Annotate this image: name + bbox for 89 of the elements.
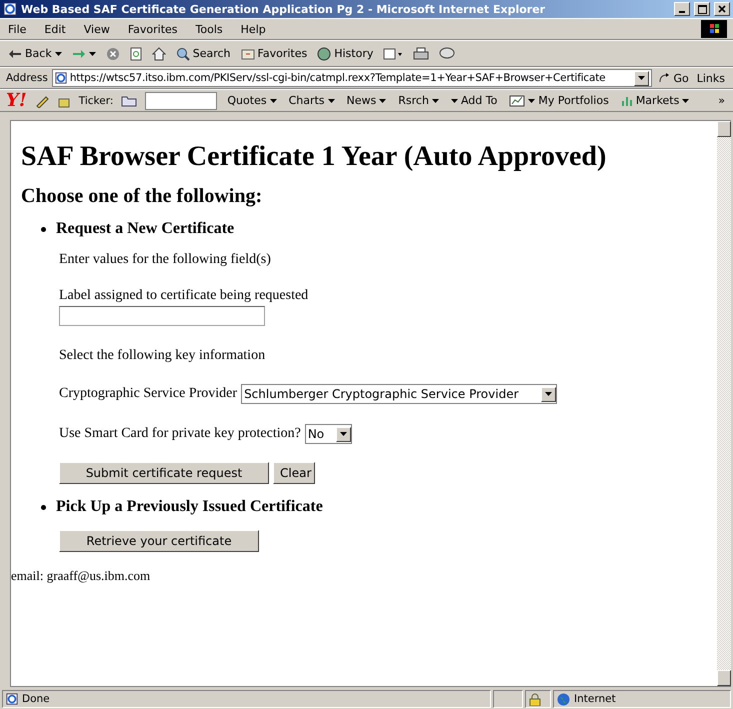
page-subtitle: Choose one of the following:: [21, 185, 264, 208]
caret-icon: [270, 98, 277, 102]
dropdown-button[interactable]: [336, 426, 352, 442]
globe-icon: [557, 692, 570, 706]
window-title: Web Based SAF Certificate Generation Application Pg 2 - Microsoft Internet Explorer: [21, 2, 546, 16]
menu-item[interactable]: View: [82, 22, 112, 36]
more-button[interactable]: »: [716, 94, 727, 107]
field-label: Use Smart Card for private key protection?: [59, 426, 301, 442]
caret-icon: [528, 98, 536, 102]
links-button[interactable]: Links: [694, 72, 727, 84]
stop-icon: [106, 46, 120, 60]
refresh-button[interactable]: [128, 46, 144, 60]
address-field[interactable]: https://wtsc57.itso.ibm.com/PKIServ/ssl-cgi-bin/catmpl.rexx?Template=1+Year+SAF+Browser+Certificate: [52, 69, 652, 87]
caret-icon: [638, 76, 646, 80]
dropdown-button[interactable]: [540, 386, 556, 402]
back-button[interactable]: Back: [6, 47, 64, 60]
discuss-button[interactable]: [437, 46, 458, 60]
yahoo-logo: Y!: [6, 90, 27, 111]
refresh-icon: [130, 46, 142, 60]
speech-bubble-icon: [439, 46, 456, 60]
caret-icon: [379, 98, 386, 102]
add-to-button[interactable]: Add To: [448, 94, 500, 107]
maximize-button[interactable]: [694, 2, 710, 16]
caret-icon: [340, 432, 348, 436]
field-label: Label assigned to certificate being requested: [59, 288, 308, 304]
menu-item[interactable]: Help: [238, 22, 268, 36]
browser-icon: [6, 693, 18, 705]
browser-icon: [3, 2, 17, 16]
close-icon: [718, 5, 726, 13]
field-label: Cryptographic Service Provider: [59, 386, 238, 402]
portfolios-button[interactable]: My Portfolios: [507, 94, 611, 107]
menu-item[interactable]: File: [6, 22, 28, 36]
home-icon: [152, 46, 166, 60]
caret-icon: [682, 98, 690, 102]
clear-button[interactable]: Clear: [273, 462, 315, 484]
toolbar-menu[interactable]: Charts: [286, 94, 337, 107]
markets-button[interactable]: Markets: [618, 94, 692, 107]
pencil-icon: [34, 94, 49, 108]
chart-icon: [620, 94, 633, 106]
menu-item[interactable]: Tools: [194, 22, 225, 36]
home-button[interactable]: [150, 46, 168, 60]
minimize-button[interactable]: [674, 2, 690, 16]
status-text: Done: [22, 693, 50, 705]
search-icon: [176, 46, 190, 60]
retrieve-button[interactable]: Retrieve your certificate: [59, 530, 259, 552]
caret-icon: [54, 52, 62, 56]
ticker-label: Ticker:: [78, 94, 114, 106]
forward-arrow-icon: [72, 48, 86, 58]
page-title: SAF Browser Certificate 1 Year (Auto Approved): [21, 141, 608, 173]
favorites-button[interactable]: Favorites: [238, 47, 310, 60]
dropdown-button[interactable]: [634, 70, 650, 86]
label-input-field[interactable]: [59, 306, 265, 326]
section-heading: Pick Up a Previously Issued Certificate: [56, 498, 323, 516]
bullet-icon: [41, 504, 46, 510]
caret-icon: [88, 52, 96, 56]
instruction-text: Enter values for the following field(s): [59, 252, 271, 268]
history-button[interactable]: History: [315, 46, 376, 60]
address-label: Address: [6, 72, 48, 84]
bullet-icon: [41, 226, 46, 232]
caret-icon: [328, 98, 335, 102]
browser-icon: [54, 72, 67, 84]
smart-card-select[interactable]: No: [304, 424, 352, 444]
menu-item[interactable]: Edit: [42, 22, 68, 36]
menu-item[interactable]: Favorites: [126, 22, 180, 36]
search-button[interactable]: Search: [174, 46, 233, 60]
toolbar-menu[interactable]: Quotes: [225, 94, 279, 107]
ticker-field[interactable]: [145, 92, 218, 110]
go-button[interactable]: Go: [656, 72, 691, 84]
toolbar-menu[interactable]: News: [344, 94, 388, 107]
scrollbar[interactable]: [717, 121, 731, 686]
chart-icon: [509, 94, 526, 106]
windows-logo-icon: [701, 20, 727, 38]
provider-select[interactable]: Schlumberger Cryptographic Service Provider: [241, 384, 557, 404]
close-button[interactable]: [714, 2, 730, 16]
back-arrow-icon: [8, 48, 22, 58]
zone-text: Internet: [574, 693, 616, 705]
caret-icon: [432, 98, 439, 102]
printer-icon: [413, 46, 430, 60]
go-arrow-icon: [658, 72, 670, 84]
submit-button[interactable]: Submit certificate request: [59, 462, 269, 484]
instruction-text: Select the following key information: [59, 348, 266, 364]
caret-icon: [450, 98, 458, 102]
section-heading: Request a New Certificate: [56, 220, 234, 238]
status-pane: [493, 690, 523, 708]
caret-icon: [544, 392, 552, 396]
email-text: email: graaff@us.ibm.com: [11, 568, 150, 583]
maximize-icon: [698, 4, 706, 14]
print-button[interactable]: [411, 46, 432, 60]
toolbar-menu[interactable]: Rsrch: [396, 94, 441, 107]
